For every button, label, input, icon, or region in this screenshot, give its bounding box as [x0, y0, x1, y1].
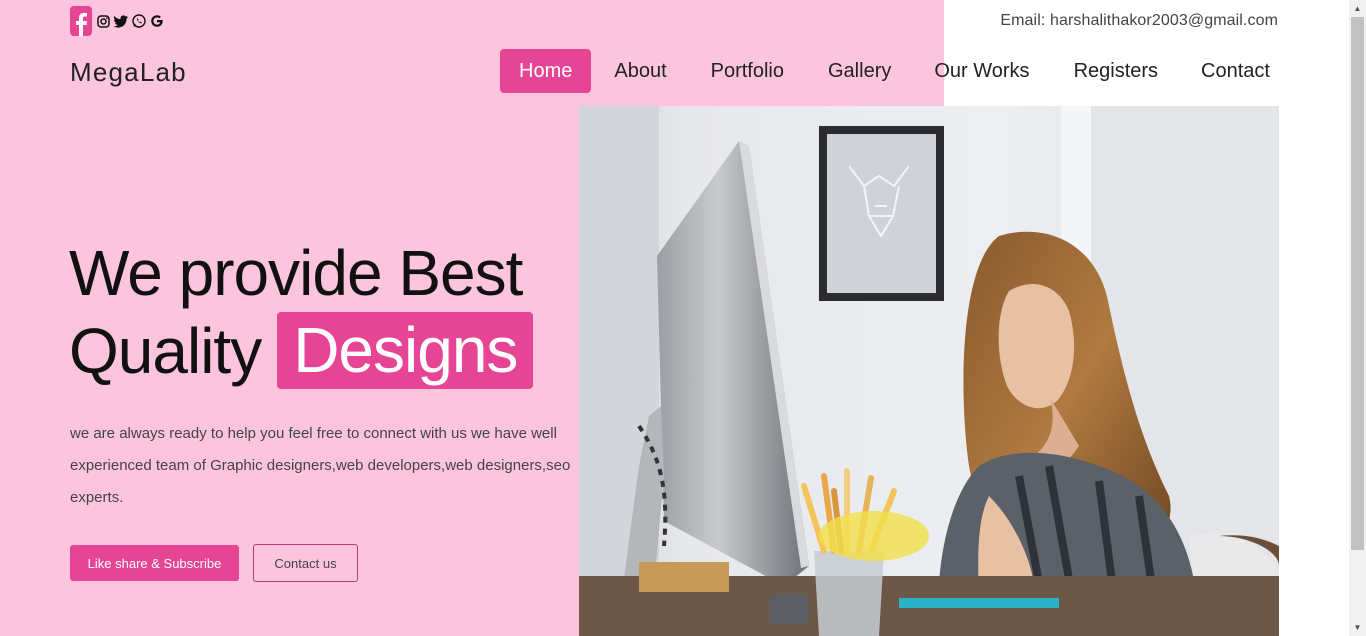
- hero-highlight-badge: Designs: [277, 312, 534, 389]
- scroll-down-arrow-icon[interactable]: ▼: [1349, 619, 1366, 636]
- facebook-icon[interactable]: [70, 6, 92, 36]
- instagram-icon[interactable]: [96, 14, 110, 28]
- nav-portfolio[interactable]: Portfolio: [692, 49, 803, 93]
- nav-registers[interactable]: Registers: [1055, 49, 1177, 93]
- brand-logo[interactable]: MegaLab: [70, 57, 187, 88]
- twitter-icon[interactable]: [114, 14, 128, 28]
- social-links: [70, 6, 164, 36]
- nav-gallery[interactable]: Gallery: [809, 49, 910, 93]
- office-illustration: [579, 106, 1279, 636]
- page-scrollbar[interactable]: ▲ ▼: [1349, 0, 1366, 636]
- hero-headline-line2: Quality Designs: [69, 312, 534, 389]
- nav-about[interactable]: About: [595, 49, 685, 93]
- nav-home[interactable]: Home: [500, 49, 592, 93]
- contact-us-button[interactable]: Contact us: [253, 544, 358, 582]
- subscribe-button[interactable]: Like share & Subscribe: [70, 545, 239, 581]
- hero-headline-word: Quality: [69, 314, 262, 387]
- hero-description: we are always ready to help you feel fre…: [70, 425, 571, 506]
- whatsapp-icon[interactable]: [132, 14, 146, 28]
- scroll-thumb[interactable]: [1351, 17, 1364, 550]
- nav-contact[interactable]: Contact: [1182, 49, 1289, 93]
- main-nav: Home About Portfolio Gallery Our Works R…: [500, 49, 1289, 93]
- contact-email: Email: harshalithakor2003@gmail.com: [1000, 12, 1278, 29]
- hero-headline-line1: We provide Best: [69, 237, 523, 309]
- nav-our-works[interactable]: Our Works: [915, 49, 1048, 93]
- scroll-up-arrow-icon[interactable]: ▲: [1349, 0, 1366, 17]
- google-icon[interactable]: [150, 14, 164, 28]
- hero-photo: [579, 106, 1279, 636]
